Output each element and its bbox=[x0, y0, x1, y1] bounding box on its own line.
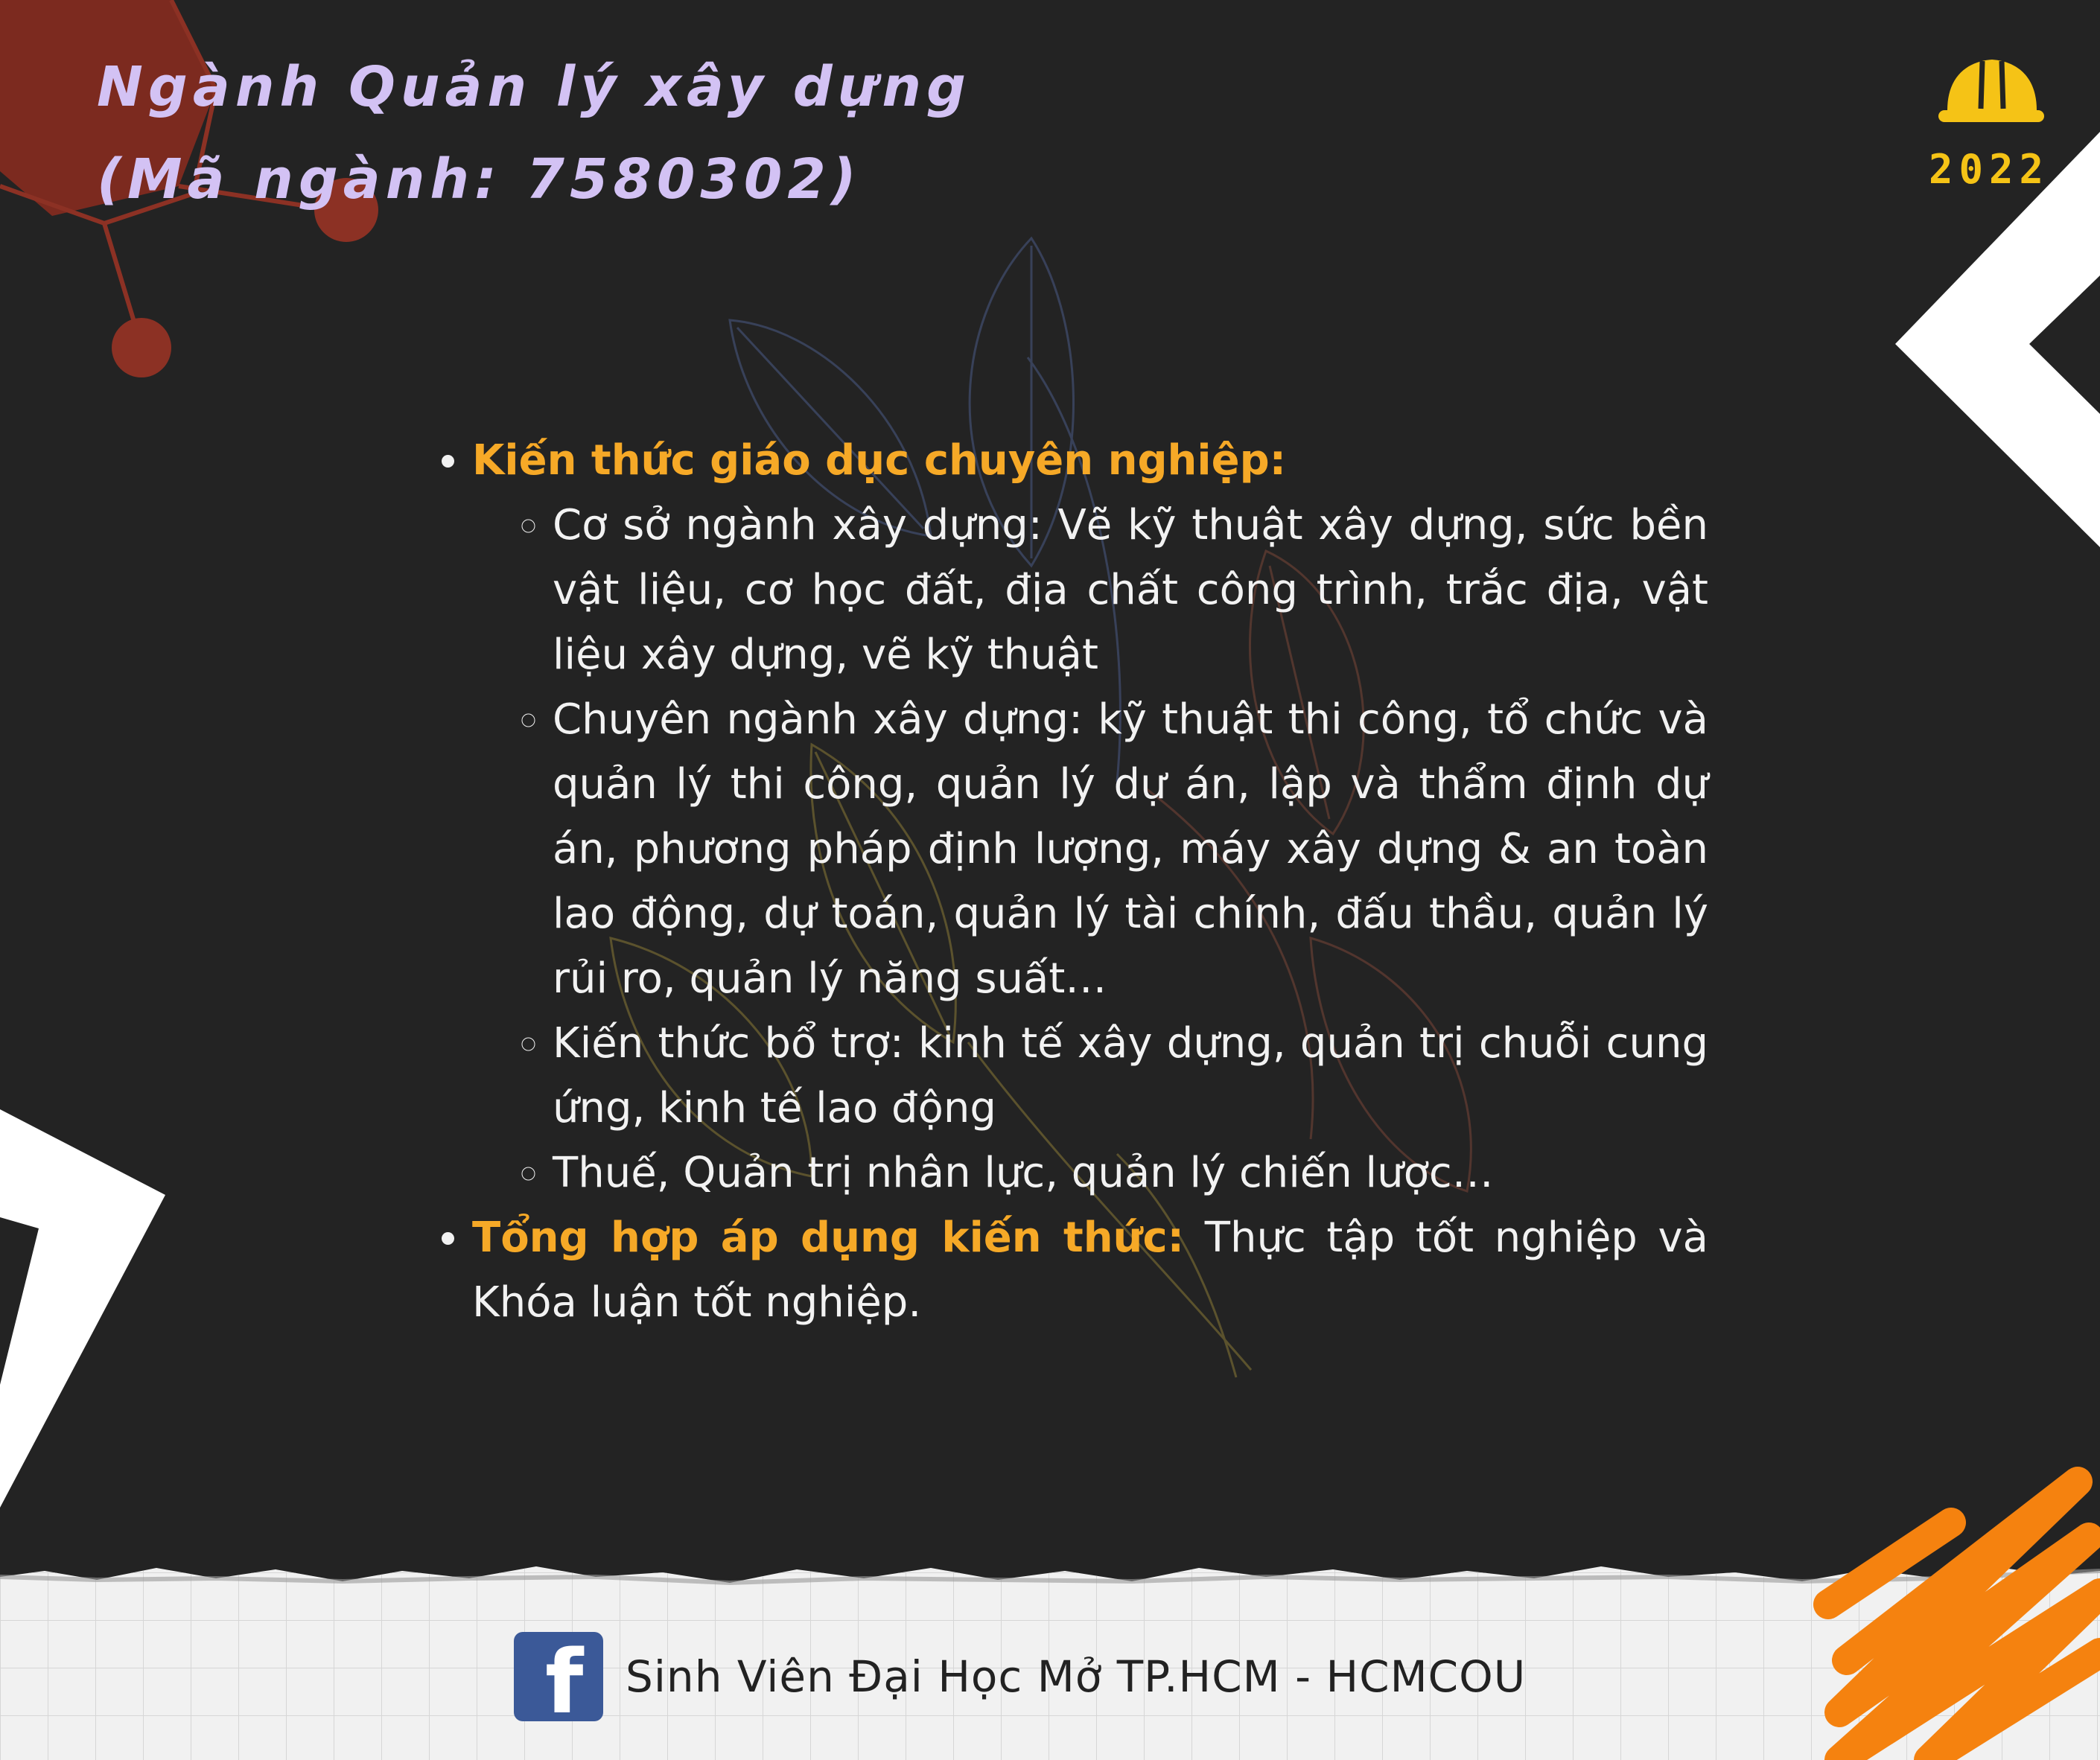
left-chevron-decoration bbox=[0, 1109, 165, 1508]
title-line-1: Ngành Quản lý xây dựng bbox=[97, 55, 971, 119]
sub-list-item: Cơ sở ngành xây dựng: Vẽ kỹ thuật xây dự… bbox=[553, 493, 1708, 687]
hard-hat-icon bbox=[1938, 60, 2044, 122]
section-heading-professional: Kiến thức giáo dục chuyên nghiệp: bbox=[472, 436, 1287, 485]
right-chevron-decoration bbox=[1895, 132, 2100, 547]
list-item-professional-knowledge: Kiến thức giáo dục chuyên nghiệp: Cơ sở … bbox=[472, 428, 1708, 1205]
sub-list: Cơ sở ngành xây dựng: Vẽ kỹ thuật xây dự… bbox=[472, 493, 1708, 1205]
sub-list-item: Kiến thức bổ trợ: kinh tế xây dựng, quản… bbox=[553, 1011, 1708, 1141]
page-title: Ngành Quản lý xây dựng (Mã ngành: 758030… bbox=[97, 41, 971, 226]
sub-list-item: Chuyên ngành xây dựng: kỹ thuật thi công… bbox=[553, 687, 1708, 1011]
facebook-icon: f bbox=[514, 1632, 603, 1721]
title-line-2: (Mã ngành: 7580302) bbox=[97, 147, 862, 211]
year-label: 2022 bbox=[1929, 146, 2050, 193]
footer-page-name: Sinh Viên Đại Học Mở TP.HCM - HCMCOU bbox=[626, 1651, 1527, 1702]
main-list: Kiến thức giáo dục chuyên nghiệp: Cơ sở … bbox=[424, 428, 1708, 1335]
section-heading-applied: Tổng hợp áp dụng kiến thức: bbox=[472, 1214, 1185, 1262]
curriculum-content: Kiến thức giáo dục chuyên nghiệp: Cơ sở … bbox=[424, 428, 1708, 1335]
sub-list-item: Thuế, Quản trị nhân lực, quản lý chiến l… bbox=[553, 1141, 1708, 1205]
footer-facebook-link[interactable]: f Sinh Viên Đại Học Mở TP.HCM - HCMCOU bbox=[514, 1630, 1526, 1723]
orange-scribble-decoration bbox=[1813, 1467, 2100, 1760]
list-item-applied-knowledge: Tổng hợp áp dụng kiến thức: Thực tập tốt… bbox=[472, 1205, 1708, 1335]
